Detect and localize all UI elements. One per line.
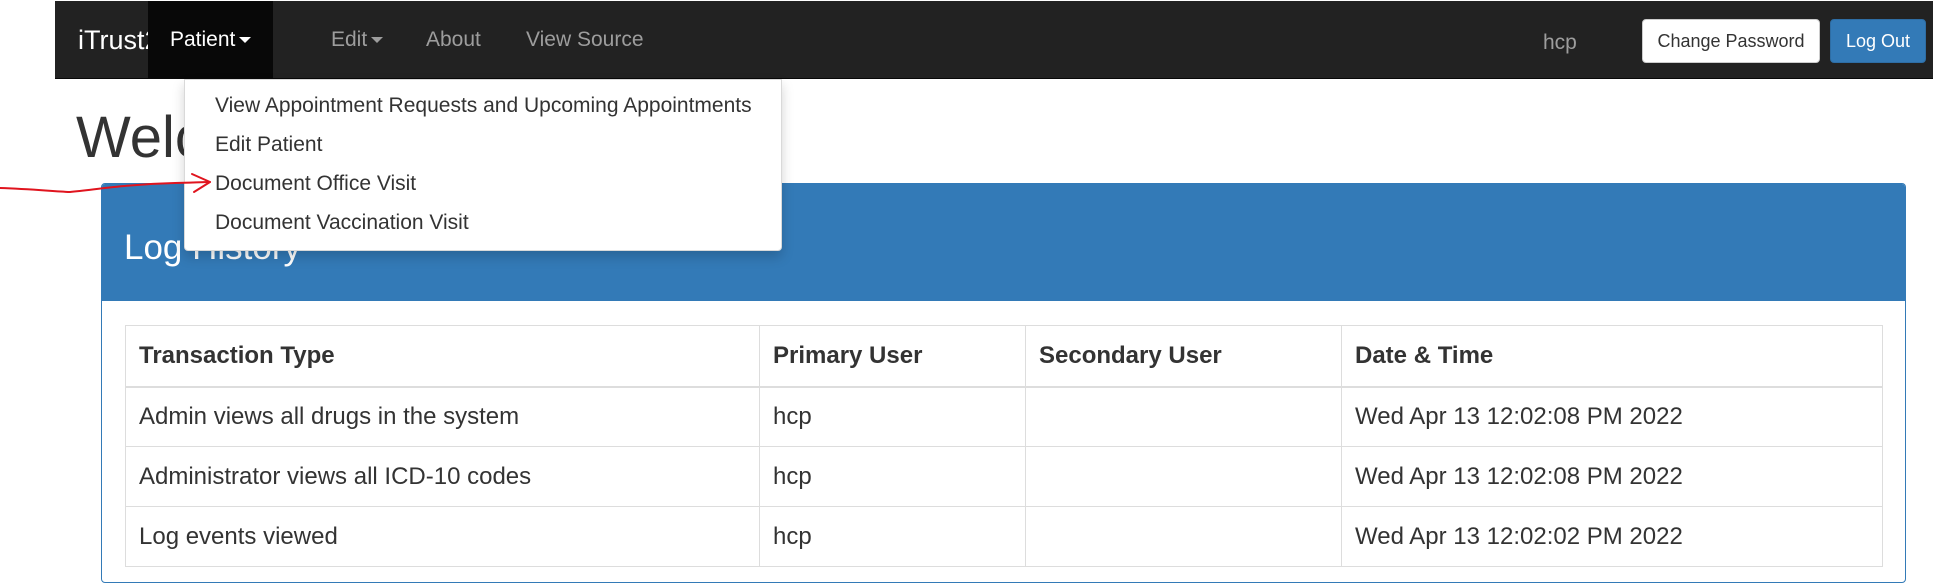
cell-transaction-type: Admin views all drugs in the system [125, 386, 760, 447]
cell-secondary-user [1025, 446, 1342, 507]
log-table: Transaction Type Primary User Secondary … [125, 325, 1883, 567]
logout-button[interactable]: Log Out [1830, 19, 1926, 63]
caret-down-icon [371, 37, 384, 44]
change-password-button[interactable]: Change Password [1642, 19, 1820, 63]
nav-about-link[interactable]: About [404, 1, 503, 79]
arrow-right-icon [0, 173, 211, 194]
cell-primary-user: hcp [759, 506, 1026, 567]
column-header-transaction-type: Transaction Type [125, 325, 760, 388]
cell-date-time: Wed Apr 13 12:02:08 PM 2022 [1341, 446, 1883, 507]
column-header-primary-user: Primary User [759, 325, 1026, 388]
nav-view-source-link[interactable]: View Source [504, 1, 666, 79]
column-header-date-time: Date & Time [1341, 325, 1883, 388]
nav-view-source-label: View Source [526, 28, 644, 51]
table-row: Admin views all drugs in the system hcp … [125, 386, 1883, 447]
cell-primary-user: hcp [759, 386, 1026, 447]
nav-patient-label: Patient [170, 28, 236, 51]
menu-item-document-vaccination-visit[interactable]: Document Vaccination Visit [185, 207, 781, 246]
cell-transaction-type: Log events viewed [125, 506, 760, 567]
column-header-secondary-user: Secondary User [1025, 325, 1342, 388]
current-username: hcp [1543, 31, 1577, 54]
cell-date-time: Wed Apr 13 12:02:02 PM 2022 [1341, 506, 1883, 567]
table-row: Log events viewed hcp Wed Apr 13 12:02:0… [125, 506, 1883, 567]
cell-date-time: Wed Apr 13 12:02:08 PM 2022 [1341, 386, 1883, 447]
nav-edit-label: Edit [331, 28, 368, 51]
menu-item-view-appointments[interactable]: View Appointment Requests and Upcoming A… [185, 90, 781, 129]
table-row: Administrator views all ICD-10 codes hcp… [125, 446, 1883, 507]
cell-secondary-user [1025, 506, 1342, 567]
top-navbar: iTrust2 Patient Edit About View Source h… [55, 1, 1933, 79]
cell-primary-user: hcp [759, 446, 1026, 507]
caret-down-icon [239, 37, 252, 44]
cell-secondary-user [1025, 386, 1342, 447]
nav-patient-dropdown[interactable]: Patient [148, 1, 274, 79]
table-header-row: Transaction Type Primary User Secondary … [125, 325, 1883, 388]
cell-transaction-type: Administrator views all ICD-10 codes [125, 446, 760, 507]
nav-edit-dropdown[interactable]: Edit [309, 1, 405, 79]
menu-item-document-office-visit[interactable]: Document Office Visit [185, 168, 781, 207]
nav-about-label: About [426, 28, 481, 51]
patient-dropdown-menu: View Appointment Requests and Upcoming A… [184, 79, 782, 251]
menu-item-edit-patient[interactable]: Edit Patient [185, 129, 781, 168]
